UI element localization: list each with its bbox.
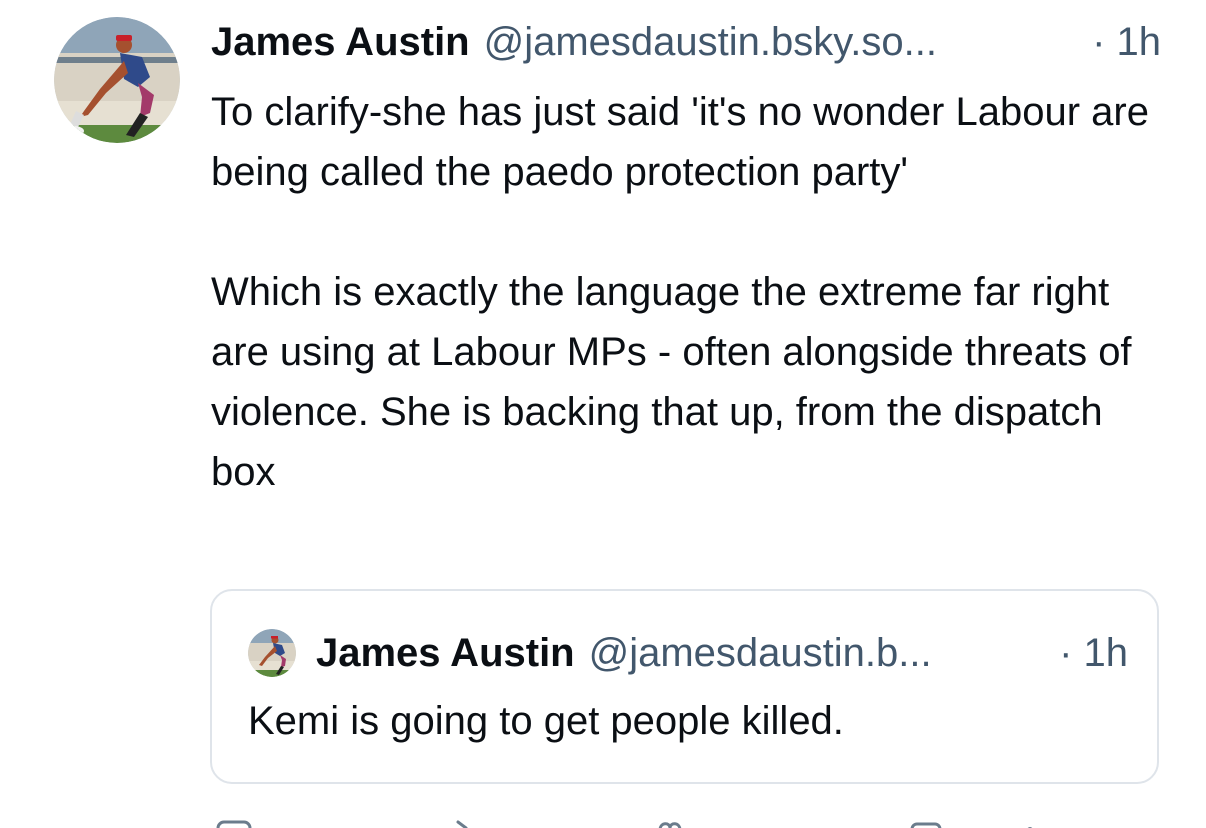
avatar-photo-icon <box>248 629 296 677</box>
share-icon[interactable] <box>906 818 946 828</box>
post-paragraph: Which is exactly the language the extrem… <box>211 270 1132 494</box>
post-text: To clarify-she has just said 'it's no wo… <box>211 82 1171 502</box>
reply-icon[interactable] <box>214 818 254 828</box>
quoted-post-header: James Austin @jamesdaustin.b... · 1h <box>248 625 1128 681</box>
quoted-post-timestamp: · 1h <box>1059 630 1128 675</box>
quoted-author-handle: @jamesdaustin.b... <box>588 630 932 675</box>
post-paragraph: To clarify-she has just said 'it's no wo… <box>211 90 1149 194</box>
quoted-author-display-name: James Austin <box>316 630 575 675</box>
more-icon[interactable] <box>1010 818 1050 828</box>
post-header: James Austin @jamesdaustin.bsky.so... · … <box>211 14 1161 70</box>
feed-post-view: James Austin @jamesdaustin.bsky.so... · … <box>0 0 1206 828</box>
post-timestamp[interactable]: · 1h <box>1092 20 1161 65</box>
author-display-name[interactable]: James Austin <box>211 20 470 65</box>
avatar-photo-icon <box>54 17 180 143</box>
quoted-post-card[interactable]: James Austin @jamesdaustin.b... · 1h Kem… <box>210 589 1159 784</box>
quoted-author-avatar <box>248 629 296 677</box>
quoted-post-text: Kemi is going to get people killed. <box>248 699 844 743</box>
author-avatar[interactable] <box>54 17 180 143</box>
post-action-bar <box>210 818 1060 828</box>
like-icon[interactable] <box>650 818 690 828</box>
repost-icon[interactable] <box>450 818 490 828</box>
author-handle[interactable]: @jamesdaustin.bsky.so... <box>484 20 937 65</box>
